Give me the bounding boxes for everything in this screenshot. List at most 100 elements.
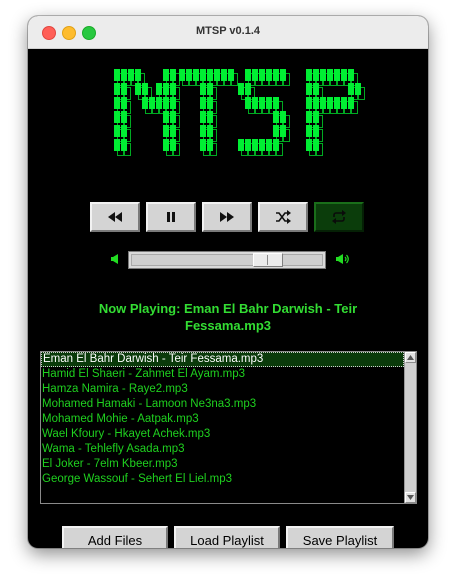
logo-block <box>327 97 333 109</box>
logo-block <box>207 97 213 109</box>
fast-forward-icon <box>220 212 234 222</box>
logo-block <box>142 83 148 95</box>
logo-block <box>306 83 312 95</box>
pause-icon <box>167 212 175 222</box>
logo-block <box>200 111 206 123</box>
scroll-up-button[interactable] <box>405 352 416 363</box>
logo-block <box>306 139 312 151</box>
logo-block <box>207 69 213 81</box>
logo-block <box>341 97 347 109</box>
scroll-down-button[interactable] <box>405 492 416 503</box>
logo-block <box>313 125 319 137</box>
logo-block <box>348 69 354 81</box>
logo-block <box>280 111 286 123</box>
logo-block <box>149 97 155 109</box>
volume-slider[interactable] <box>128 251 326 269</box>
logo-block <box>259 69 265 81</box>
logo-block <box>245 69 251 81</box>
logo-block <box>135 69 141 81</box>
logo-block <box>245 139 251 151</box>
logo-block <box>156 83 162 95</box>
playlist-track[interactable]: Wama - Tehlefly Asada.mp3 <box>41 442 404 457</box>
logo-block <box>207 111 213 123</box>
playlist-track[interactable]: Mohamed Mohie - Aatpak.mp3 <box>41 412 404 427</box>
volume-high-icon <box>336 254 349 264</box>
mtsp-logo <box>114 69 365 156</box>
logo-block <box>334 97 340 109</box>
volume-slider-thumb[interactable] <box>252 253 283 267</box>
logo-block <box>121 139 127 151</box>
title-bar[interactable]: MTSP v0.1.4 <box>28 16 428 49</box>
logo-block <box>348 97 354 109</box>
pause-button[interactable] <box>146 202 196 232</box>
app-window: MTSP v0.1.4 Now Playing: Eman El Bahr Da… <box>28 16 428 548</box>
logo-block <box>207 83 213 95</box>
logo-block <box>170 97 176 109</box>
logo-block <box>273 139 279 151</box>
add-files-button[interactable]: Add Files <box>62 526 168 548</box>
playlist-track[interactable]: George Wassouf - Sehert El Liel.mp3 <box>41 472 404 487</box>
logo-block <box>273 97 279 109</box>
window-title: MTSP v0.1.4 <box>196 25 260 37</box>
logo-block <box>207 125 213 137</box>
scroll-down-arrow-icon <box>407 495 414 500</box>
logo-block <box>259 97 265 109</box>
logo-block <box>214 69 220 81</box>
scroll-up-arrow-icon <box>407 355 414 360</box>
logo-block <box>266 139 272 151</box>
playlist-track[interactable]: Eman El Bahr Darwish - Teir Fessama.mp3 <box>41 352 404 367</box>
logo-block <box>170 111 176 123</box>
logo-block <box>313 111 319 123</box>
logo-block <box>266 97 272 109</box>
playlist-track[interactable]: Hamza Namira - Raye2.mp3 <box>41 382 404 397</box>
logo-block <box>179 69 185 81</box>
logo-block <box>200 83 206 95</box>
playlist-track[interactable]: Wael Kfoury - Hkayet Achek.mp3 <box>41 427 404 442</box>
logo-block <box>273 69 279 81</box>
rewind-button[interactable] <box>90 202 140 232</box>
logo-block <box>334 69 340 81</box>
playlist-track[interactable]: Mohamed Hamaki - Lamoon Ne3na3.mp3 <box>41 397 404 412</box>
logo-block <box>114 139 120 151</box>
logo-block <box>114 83 120 95</box>
fast-forward-button[interactable] <box>202 202 252 232</box>
load-playlist-button[interactable]: Load Playlist <box>174 526 280 548</box>
logo-block <box>280 125 286 137</box>
playlist-scrollbar[interactable] <box>404 352 416 503</box>
logo-block <box>200 125 206 137</box>
repeat-icon <box>332 210 346 224</box>
logo-block <box>320 69 326 81</box>
scrollbar-track[interactable] <box>405 363 416 492</box>
logo-block <box>121 97 127 109</box>
logo-block <box>238 139 244 151</box>
volume-slider-groove <box>131 254 323 266</box>
logo-block <box>121 111 127 123</box>
playlist[interactable]: Eman El Bahr Darwish - Teir Fessama.mp3 H… <box>40 351 417 504</box>
logo-block <box>280 69 286 81</box>
logo-block <box>252 97 258 109</box>
shuffle-button[interactable] <box>258 202 308 232</box>
logo-block <box>121 83 127 95</box>
logo-block <box>200 69 206 81</box>
logo-block <box>121 69 127 81</box>
logo-block <box>193 69 199 81</box>
logo-block <box>313 69 319 81</box>
save-playlist-button[interactable]: Save Playlist <box>286 526 394 548</box>
playlist-track[interactable]: Hamid El Shaeri - Zahmet El Ayam.mp3 <box>41 367 404 382</box>
logo-block <box>163 69 169 81</box>
logo-block <box>170 125 176 137</box>
logo-block <box>163 111 169 123</box>
logo-block <box>135 83 141 95</box>
logo-block <box>200 97 206 109</box>
logo-block <box>121 125 127 137</box>
logo-block <box>245 97 251 109</box>
logo-block <box>186 69 192 81</box>
repeat-button[interactable] <box>314 202 364 232</box>
logo-block <box>306 111 312 123</box>
now-playing-line-2: Fessama.mp3 <box>185 318 271 333</box>
logo-block <box>163 97 169 109</box>
logo-block <box>170 139 176 151</box>
logo-block <box>163 139 169 151</box>
logo-block <box>313 83 319 95</box>
playlist-track[interactable]: El Joker - 7elm Kbeer.mp3 <box>41 457 404 472</box>
